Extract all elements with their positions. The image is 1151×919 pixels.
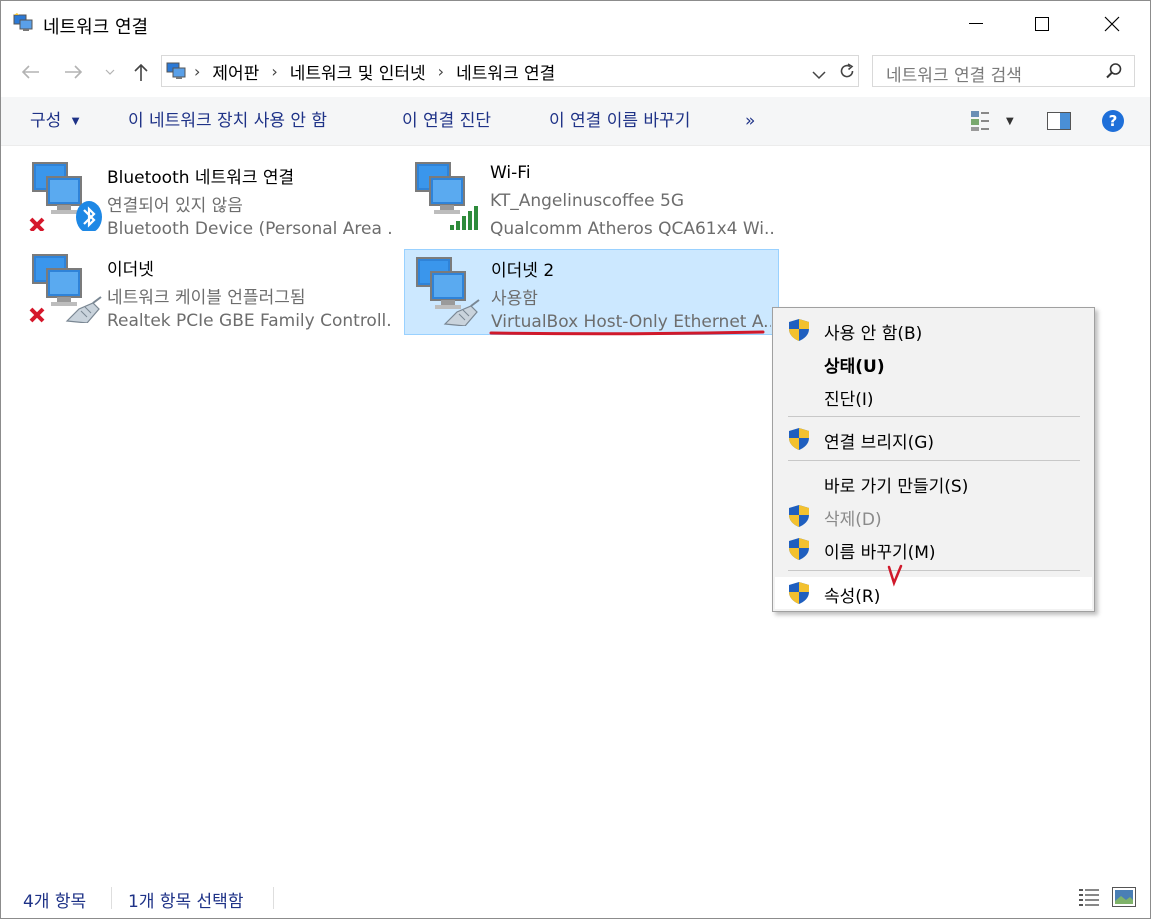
menu-item-diagnose[interactable]: 진단(I) — [775, 380, 1092, 412]
breadcrumb: › 제어판 › 네트워크 및 인터넷 › 네트워크 연결 — [194, 56, 555, 86]
menu-item-rename[interactable]: 이름 바꾸기(M) — [775, 533, 1092, 565]
connection-status: 네트워크 케이블 언플러그됨 — [107, 288, 306, 308]
maximize-button[interactable] — [1007, 1, 1077, 47]
close-button[interactable] — [1077, 1, 1147, 47]
menu-separator — [788, 416, 1080, 417]
search-field[interactable]: 네트워크 연결 검색 — [872, 55, 1135, 87]
diagnose-button[interactable]: 이 연결 진단 — [402, 97, 491, 145]
connection-name: 이더넷 — [107, 260, 154, 280]
address-bar[interactable]: › 제어판 › 네트워크 및 인터넷 › 네트워크 연결 — [161, 55, 859, 87]
network-connections-window: 네트워크 연결 › 제어판 › 네트워크 및 인터넷 › 네트워크 연결 네트워… — [0, 0, 1151, 919]
uac-shield-icon — [788, 318, 810, 342]
breadcrumb-separator-icon[interactable]: › — [438, 62, 444, 81]
connection-status: KT_Angelinuscoffee 5G — [490, 191, 684, 211]
disable-device-button[interactable]: 이 네트워크 장치 사용 안 함 — [128, 97, 327, 145]
menu-item-label: 상태(U) — [824, 357, 885, 377]
menu-item-bridge[interactable]: 연결 브리지(G) — [775, 423, 1092, 455]
menu-item-status[interactable]: 상태(U) — [775, 347, 1092, 379]
connection-device: Qualcomm Atheros QCA61x4 Wi... — [490, 219, 775, 239]
menu-item-label: 연결 브리지(G) — [824, 433, 935, 453]
more-commands-button[interactable]: » — [745, 97, 755, 145]
rename-button[interactable]: 이 연결 이름 바꾸기 — [549, 97, 690, 145]
control-panel-icon — [166, 61, 188, 85]
status-separator — [273, 887, 274, 909]
red-check-annotation — [887, 564, 903, 587]
ethernet-network-icon — [411, 254, 489, 327]
status-separator — [111, 887, 112, 909]
uac-shield-icon — [788, 581, 810, 605]
menu-item-create-shortcut[interactable]: 바로 가기 만들기(S) — [775, 467, 1092, 499]
search-icon[interactable] — [1105, 62, 1123, 84]
connection-item-ethernet-2[interactable]: 이더넷 2 사용함 VirtualBox Host-Only Ethernet … — [404, 249, 779, 335]
menu-item-label: 이름 바꾸기(M) — [824, 543, 936, 563]
connection-status: 사용함 — [491, 289, 538, 309]
window-title: 네트워크 연결 — [43, 17, 149, 38]
uac-shield-icon — [788, 504, 810, 528]
search-placeholder: 네트워크 연결 검색 — [886, 66, 1022, 86]
organize-button[interactable]: 구성 ▼ — [30, 97, 79, 145]
breadcrumb-item[interactable]: 네트워크 및 인터넷 — [290, 59, 426, 84]
menu-item-label: 바로 가기 만들기(S) — [824, 477, 969, 497]
red-underline-annotation — [489, 330, 765, 336]
menu-item-label: 진단(I) — [824, 390, 874, 410]
uac-shield-icon — [788, 427, 810, 451]
breadcrumb-item[interactable]: 제어판 — [212, 59, 259, 84]
back-arrow-icon[interactable] — [17, 59, 43, 85]
menu-item-label: 속성(R) — [824, 587, 881, 607]
forward-arrow-icon[interactable] — [61, 59, 87, 85]
menu-item-label: 사용 안 함(B) — [824, 324, 923, 344]
ethernet-network-icon — [27, 251, 105, 324]
menu-item-properties[interactable]: 속성(R) — [775, 577, 1092, 609]
network-connections-icon — [13, 13, 35, 33]
connection-name: Bluetooth 네트워크 연결 — [107, 168, 295, 188]
large-icons-view-icon[interactable] — [1112, 887, 1136, 911]
menu-separator — [788, 570, 1080, 571]
wifi-network-icon — [410, 159, 488, 231]
organize-label: 구성 — [30, 111, 62, 131]
status-bar: 4개 항목 1개 항목 선택함 — [1, 879, 1150, 918]
connection-name: 이더넷 2 — [491, 261, 555, 281]
menu-item-label: 삭제(D) — [824, 510, 882, 530]
preview-pane-icon[interactable] — [1047, 112, 1071, 134]
item-count: 4개 항목 — [23, 892, 87, 912]
help-icon[interactable]: ? — [1101, 109, 1125, 137]
breadcrumb-separator-icon[interactable]: › — [194, 62, 200, 81]
connection-item-ethernet[interactable]: 이더넷 네트워크 케이블 언플러그됨 Realtek PCIe GBE Fami… — [21, 243, 396, 331]
breadcrumb-item[interactable]: 네트워크 연결 — [456, 59, 555, 84]
connection-status: 연결되어 있지 않음 — [107, 196, 243, 216]
menu-item-disable[interactable]: 사용 안 함(B) — [775, 314, 1092, 346]
bluetooth-network-icon — [27, 159, 105, 233]
svg-text:?: ? — [1109, 112, 1118, 130]
menu-separator — [788, 460, 1080, 461]
recent-locations-chevron-icon[interactable] — [101, 59, 119, 85]
details-view-icon[interactable] — [1078, 887, 1100, 911]
connection-item-bluetooth[interactable]: Bluetooth 네트워크 연결 연결되어 있지 않음 Bluetooth D… — [21, 151, 396, 239]
title-bar: 네트워크 연결 — [1, 1, 1150, 47]
connection-item-wifi[interactable]: Wi-Fi KT_Angelinuscoffee 5G Qualcomm Ath… — [404, 151, 779, 239]
selected-count: 1개 항목 선택함 — [128, 892, 244, 912]
address-dropdown-chevron-icon[interactable] — [812, 65, 826, 84]
view-options-caret-icon[interactable]: ▼ — [1006, 116, 1014, 127]
minimize-button[interactable] — [941, 1, 1011, 47]
connection-name: Wi-Fi — [490, 163, 531, 183]
caret-down-icon: ▼ — [71, 116, 80, 127]
command-bar: 구성 ▼ 이 네트워크 장치 사용 안 함 이 연결 진단 이 연결 이름 바꾸… — [1, 97, 1150, 146]
refresh-icon[interactable] — [838, 62, 856, 84]
connection-device: Realtek PCIe GBE Family Controll... — [107, 311, 392, 331]
context-menu: 사용 안 함(B) 상태(U) 진단(I) 연결 브리지(G) 바로 가기 만들… — [772, 307, 1095, 612]
change-view-icon[interactable] — [969, 109, 993, 137]
breadcrumb-separator-icon[interactable]: › — [271, 62, 277, 81]
uac-shield-icon — [788, 537, 810, 561]
menu-item-delete[interactable]: 삭제(D) — [775, 500, 1092, 532]
connection-device: Bluetooth Device (Personal Area ... — [107, 219, 392, 239]
up-arrow-icon[interactable] — [129, 59, 153, 85]
